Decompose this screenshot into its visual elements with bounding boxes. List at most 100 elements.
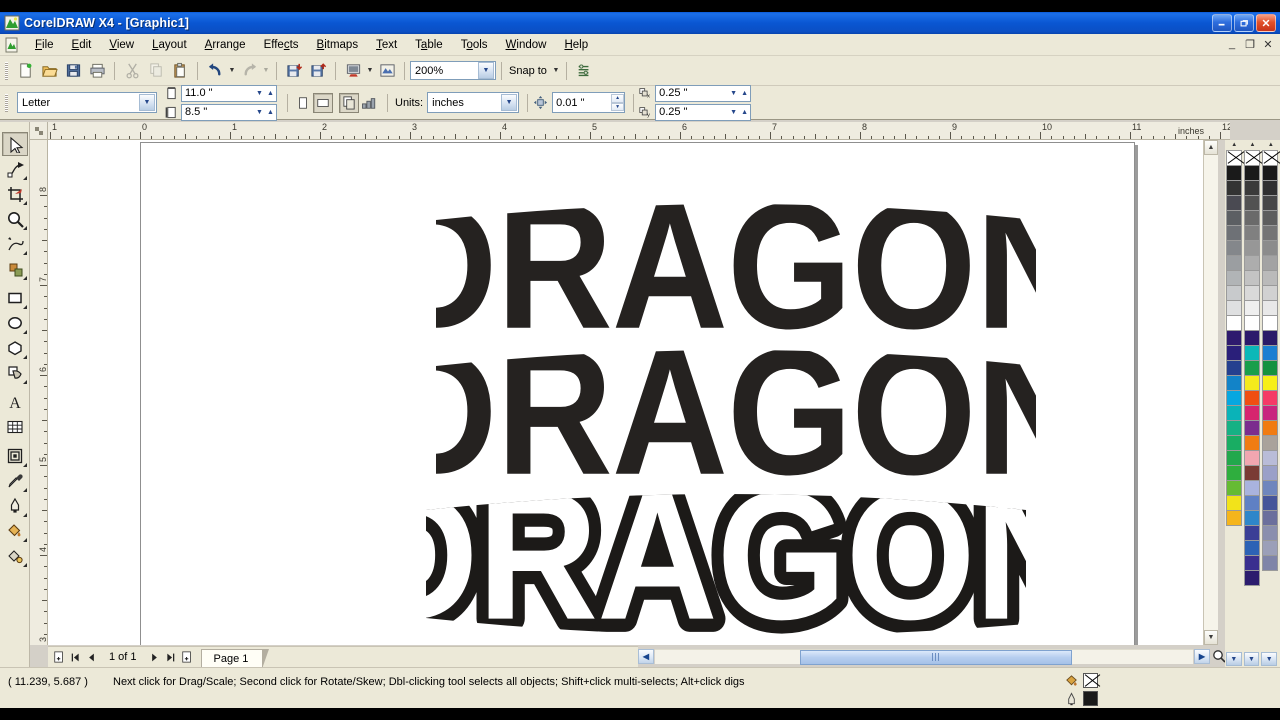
duplicate-y-input[interactable]: 0.25 " ▼ ▲ — [655, 103, 752, 121]
smart-fill-tool[interactable] — [2, 257, 28, 281]
undo-button[interactable] — [203, 60, 227, 82]
menu-item-window[interactable]: Window — [497, 37, 556, 53]
page-height-spinner[interactable]: ▼ ▲ — [254, 105, 276, 120]
duplicate-x-input[interactable]: 0.25 " ▼ ▲ — [655, 84, 752, 102]
add-page-before-button[interactable] — [51, 649, 67, 666]
palette-swatch-1-22[interactable] — [1226, 465, 1242, 481]
open-document-button[interactable] — [37, 60, 61, 82]
palette-swatch-2-9[interactable] — [1244, 270, 1260, 286]
flyout-arrow-icon[interactable] — [22, 355, 27, 359]
crop-tool[interactable] — [2, 182, 28, 206]
palette-swatch-1-25[interactable] — [1226, 510, 1242, 526]
palette-swatch-3-9[interactable] — [1262, 270, 1278, 286]
freehand-tool[interactable] — [2, 232, 28, 256]
palette-swatch-1-12[interactable] — [1226, 315, 1242, 331]
palette-swatch-3-14[interactable] — [1262, 345, 1278, 361]
interactive-blend-tool[interactable] — [2, 444, 28, 468]
outline-tool[interactable] — [2, 494, 28, 518]
palette-swatch-1-21[interactable] — [1226, 450, 1242, 466]
scroll-right-button[interactable]: ▶ — [1194, 648, 1210, 664]
portrait-orientation-button[interactable] — [293, 93, 313, 113]
paper-type-dropdown-arrow[interactable]: ▼ — [139, 94, 155, 111]
menu-item-edit[interactable]: Edit — [63, 37, 101, 53]
palette-swatch-2-10[interactable] — [1244, 285, 1260, 301]
palette-swatch-2-26[interactable] — [1244, 525, 1260, 541]
palette-swatch-3-5[interactable] — [1262, 210, 1278, 226]
flyout-arrow-icon[interactable] — [22, 201, 27, 205]
units-dropdown-arrow[interactable]: ▼ — [501, 94, 518, 111]
horizontal-scrollbar[interactable]: ◀ ▶ — [638, 648, 1210, 665]
mdi-minimize-button[interactable]: _ — [1226, 38, 1238, 51]
palette-swatch-1-24[interactable] — [1226, 495, 1242, 511]
vertical-scrollbar[interactable]: ▲ ▼ — [1203, 140, 1218, 645]
palette-swatch-2-6[interactable] — [1244, 225, 1260, 241]
landscape-orientation-button[interactable] — [313, 92, 333, 113]
palette-swatch-1-2[interactable] — [1226, 165, 1242, 181]
palette-swatch-3-17[interactable] — [1262, 390, 1278, 406]
palette-swatch-3-28[interactable] — [1262, 555, 1278, 571]
palette-scroll-up-1[interactable]: ▲ — [1225, 140, 1243, 150]
palette-swatch-3-24[interactable] — [1262, 495, 1278, 511]
previous-page-button[interactable] — [83, 649, 99, 666]
palette-swatch-2-11[interactable] — [1244, 300, 1260, 316]
palette-swatch-2-5[interactable] — [1244, 210, 1260, 226]
palette-swatch-1-11[interactable] — [1226, 300, 1242, 316]
menu-item-file[interactable]: File — [26, 37, 63, 53]
palette-swatch-1-17[interactable] — [1226, 390, 1242, 406]
flyout-arrow-icon[interactable] — [22, 380, 27, 384]
menu-item-help[interactable]: Help — [555, 37, 597, 53]
application-launcher-button[interactable] — [341, 60, 365, 82]
palette-swatch-3-21[interactable] — [1262, 450, 1278, 466]
palette-swatch-1-4[interactable] — [1226, 195, 1242, 211]
palette-swatch-1-8[interactable] — [1226, 255, 1242, 271]
text-tool[interactable]: A — [2, 390, 28, 414]
palette-swatch-2-16[interactable] — [1244, 375, 1260, 391]
shape-tool[interactable] — [2, 157, 28, 181]
palette-swatch-2-29[interactable] — [1244, 570, 1260, 586]
nudge-up-arrow[interactable]: ▲ — [611, 94, 625, 103]
palette-swatch-1-18[interactable] — [1226, 405, 1242, 421]
palette-swatch-2-17[interactable] — [1244, 390, 1260, 406]
palette-swatch-1-15[interactable] — [1226, 360, 1242, 376]
paste-button[interactable] — [168, 60, 192, 82]
palette-swatch-1-5[interactable] — [1226, 210, 1242, 226]
palette-swatch-3-2[interactable] — [1262, 165, 1278, 181]
export-button[interactable] — [306, 60, 330, 82]
flyout-arrow-icon[interactable] — [22, 538, 27, 542]
vertical-scroll-track[interactable] — [1204, 155, 1218, 630]
palette-swatch-2-7[interactable] — [1244, 240, 1260, 256]
new-document-button[interactable] — [13, 60, 37, 82]
palette-scroll-up-3[interactable]: ▲ — [1262, 140, 1280, 150]
palette-swatch-3-20[interactable] — [1262, 435, 1278, 451]
nudge-down-arrow[interactable]: ▼ — [611, 102, 625, 111]
nudge-offset-spinner[interactable]: ▲ ▼ — [611, 94, 625, 111]
nudge-offset-input[interactable]: 0.01 " ▲ ▼ — [552, 92, 626, 113]
close-button[interactable] — [1256, 14, 1276, 32]
fill-tool[interactable] — [2, 519, 28, 543]
horizontal-scroll-thumb[interactable] — [800, 649, 1072, 665]
zoom-level-dropdown-arrow[interactable]: ▼ — [478, 62, 494, 79]
duplicate-x-down-arrow[interactable]: ▼ — [728, 86, 739, 101]
rectangle-tool[interactable] — [2, 286, 28, 310]
add-page-after-button[interactable] — [179, 649, 195, 666]
palette-swatch-3-10[interactable] — [1262, 285, 1278, 301]
palette-swatch-2-13[interactable] — [1244, 330, 1260, 346]
first-page-button[interactable] — [67, 649, 83, 666]
page-width-up-arrow[interactable]: ▲ — [265, 86, 276, 101]
palette-scroll-down-3[interactable]: ▼ — [1261, 652, 1278, 666]
duplicate-x-spinner[interactable]: ▼ ▲ — [728, 86, 750, 101]
palette-swatch-2-8[interactable] — [1244, 255, 1260, 271]
save-document-button[interactable] — [61, 60, 85, 82]
duplicate-y-up-arrow[interactable]: ▲ — [739, 105, 750, 120]
palette-swatch-2-23[interactable] — [1244, 480, 1260, 496]
mdi-close-button[interactable]: ✕ — [1262, 38, 1274, 51]
interactive-fill-tool[interactable] — [2, 544, 28, 568]
palette-swatch-3-27[interactable] — [1262, 540, 1278, 556]
page-tab-page-1[interactable]: Page 1 — [200, 648, 270, 669]
cut-button[interactable] — [120, 60, 144, 82]
palette-scroll-down-1[interactable]: ▼ — [1226, 652, 1242, 666]
flyout-arrow-icon[interactable] — [22, 251, 27, 255]
palette-swatch-1-6[interactable] — [1226, 225, 1242, 241]
restore-button[interactable] — [1234, 14, 1254, 32]
table-tool[interactable] — [2, 415, 28, 439]
